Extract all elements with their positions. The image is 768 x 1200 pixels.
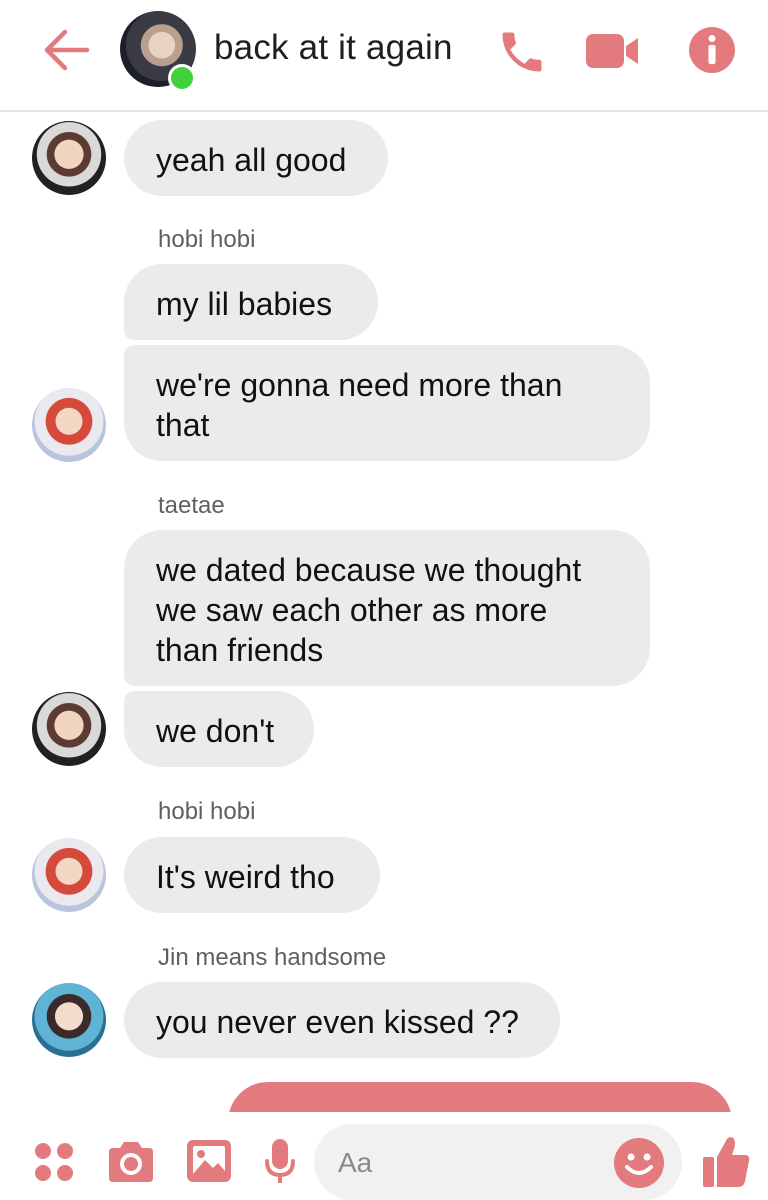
avatar-jin-means-handsome[interactable]	[32, 983, 106, 1057]
image-icon	[187, 1140, 231, 1182]
info-button[interactable]	[686, 24, 738, 76]
apps-icon	[35, 1143, 73, 1181]
avatar-taetae[interactable]	[32, 692, 106, 766]
camera-button[interactable]	[104, 1138, 158, 1186]
voice-message-button[interactable]	[262, 1136, 298, 1188]
message-text-line: that	[156, 407, 210, 443]
message-text-line: we dated because we thought	[156, 552, 582, 588]
message-text-line: we're gonna need more than	[156, 367, 563, 403]
avatar-taetae[interactable]	[32, 121, 106, 195]
message-list[interactable]: yeah all good hobi hobi my lil babies we…	[0, 112, 768, 1120]
emoji-button[interactable]	[612, 1136, 666, 1190]
phone-icon	[502, 32, 542, 72]
composer-bar	[0, 1112, 768, 1200]
avatar-hobi-hobi[interactable]	[32, 388, 106, 462]
messenger-chat-screen: back at it again yeah all good hobi hobi…	[0, 0, 768, 1200]
message-text-line: than friends	[156, 632, 324, 668]
avatar-hobi-hobi[interactable]	[32, 838, 106, 912]
chat-header: back at it again	[0, 0, 768, 112]
message-text: my lil babies	[156, 286, 333, 322]
sender-name: hobi hobi	[158, 226, 256, 253]
online-status-indicator	[168, 64, 196, 92]
video-camera-icon	[586, 34, 638, 68]
microphone-icon	[265, 1139, 295, 1183]
message-text: you never even kissed ??	[156, 1004, 519, 1040]
sender-name: Jin means handsome	[158, 944, 387, 971]
camera-icon	[109, 1142, 153, 1182]
message-text: we don't	[156, 713, 275, 749]
video-call-button[interactable]	[582, 26, 644, 76]
sender-name: hobi hobi	[158, 798, 256, 825]
message-bubble[interactable]: my lil babies	[124, 264, 378, 340]
message-bubble[interactable]: It's weird tho	[124, 837, 380, 913]
message-bubble[interactable]: we don't	[124, 691, 314, 767]
sender-name: taetae	[158, 492, 225, 519]
back-arrow-icon	[44, 29, 90, 71]
message-bubble[interactable]: you never even kissed ??	[124, 982, 560, 1058]
info-icon	[689, 27, 735, 73]
thumbs-up-icon	[703, 1137, 750, 1187]
message-input[interactable]	[336, 1142, 620, 1184]
message-text-line: we saw each other as more	[156, 592, 548, 628]
voice-call-button[interactable]	[494, 24, 550, 80]
message-bubble[interactable]: we dated because we thought we saw each …	[124, 530, 650, 686]
more-apps-button[interactable]	[30, 1138, 78, 1186]
like-button[interactable]	[700, 1134, 752, 1190]
message-bubble[interactable]: we're gonna need more than that	[124, 345, 650, 461]
message-text: It's weird tho	[156, 859, 335, 895]
message-bubble[interactable]: yeah all good	[124, 120, 388, 196]
gallery-button[interactable]	[184, 1136, 234, 1186]
chat-title[interactable]: back at it again	[214, 28, 453, 68]
back-button[interactable]	[36, 22, 96, 78]
emoji-icon	[614, 1138, 664, 1188]
message-text: yeah all good	[156, 142, 347, 178]
